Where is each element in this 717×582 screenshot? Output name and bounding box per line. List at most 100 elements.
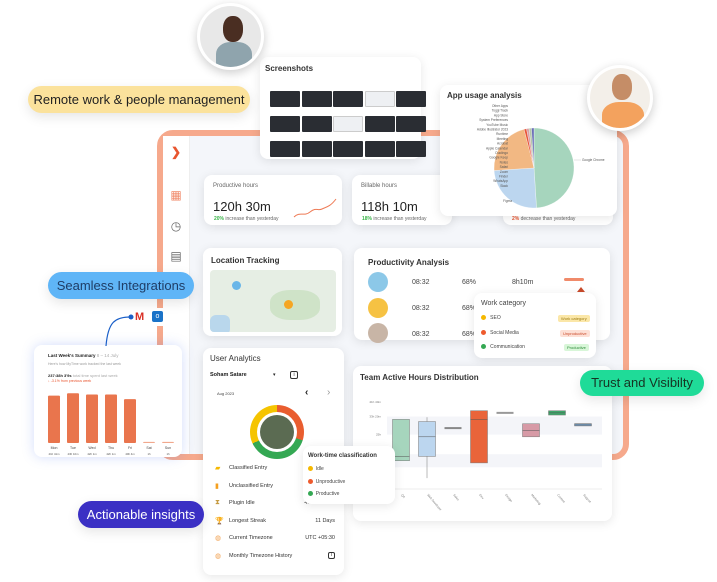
pie-label: Slack — [500, 184, 508, 188]
remote-work-pill: Remote work & people management — [28, 86, 250, 113]
info-icon[interactable]: i — [328, 552, 335, 559]
screenshot-thumbnail[interactable] — [333, 116, 363, 132]
stat-value: 118h 10m — [361, 199, 418, 214]
user-select[interactable]: Soham Satare — [210, 372, 247, 378]
screenshot-thumbnail[interactable] — [364, 91, 395, 107]
pie-label: Zoom — [500, 170, 508, 174]
x-tick-label: Content — [556, 493, 566, 504]
map[interactable] — [210, 270, 336, 332]
insights-pill: Actionable insights — [78, 501, 204, 528]
stat-change: 18% — [362, 216, 373, 222]
row-duration: 8h10m — [512, 279, 534, 286]
report-icon[interactable]: ▤ — [168, 248, 184, 264]
pie-label: Apple Calendar — [486, 146, 509, 150]
clock-icon[interactable]: ◷ — [168, 218, 184, 234]
row-time: 08:32 — [412, 279, 430, 286]
row-time: 08:32 — [412, 305, 430, 312]
bar — [105, 394, 117, 443]
worktime-classification-popup: Work-time classification Idle Unproducti… — [303, 446, 395, 504]
card-title: Productivity Analysis — [368, 258, 450, 267]
map-pin-user[interactable] — [284, 300, 293, 309]
bar-category-label: Thu — [108, 446, 114, 450]
weekly-summary-card: Last Week's Summary 8 – 14 July Here's h… — [34, 345, 182, 457]
pie-slice — [533, 127, 575, 209]
trust-pill: Trust and Visibilty — [580, 370, 704, 396]
next-month-button[interactable]: › — [327, 387, 330, 398]
category-badge: Unproductive — [560, 330, 590, 337]
bar-category-label: Mon — [51, 446, 58, 450]
screenshot-thumbnail[interactable] — [333, 91, 363, 107]
legend-label: Productive — [315, 491, 340, 497]
pie-label: Notes — [500, 160, 509, 164]
screenshot-thumbnail[interactable] — [396, 116, 426, 132]
box — [418, 421, 436, 457]
map-pin-user[interactable] — [232, 281, 241, 290]
card-title: User Analytics — [210, 354, 261, 363]
pie-label: Runtime — [496, 132, 508, 136]
row-time: 08:32 — [412, 331, 430, 338]
screenshot-thumbnail[interactable] — [270, 116, 300, 132]
bar — [48, 395, 60, 443]
screenshot-thumbnail[interactable] — [364, 116, 395, 132]
info-icon[interactable]: i — [290, 371, 298, 379]
pie-label: Finder — [499, 175, 509, 179]
stat-icon: ⧗ — [215, 499, 220, 506]
dashboard-icon[interactable]: ▦ — [168, 187, 184, 203]
prev-month-button[interactable]: ‹ — [305, 387, 308, 398]
y-tick-label: 41h 40m — [369, 400, 381, 404]
pie-label: Adobe Illustrator 2023 — [477, 128, 508, 132]
category-badge: Productive — [564, 344, 589, 351]
chevron-down-icon[interactable]: ▾ — [273, 372, 276, 378]
pie-label: Other Apps — [492, 104, 508, 108]
popup-title: Work-time classification — [308, 453, 377, 459]
x-tick-label: Dev — [478, 493, 485, 500]
pie-label: System Preferences — [479, 118, 508, 122]
stat-change-text: increase than yesterday — [373, 216, 427, 222]
avatar — [368, 272, 388, 292]
pie-label: App Store — [494, 113, 508, 117]
screenshot-thumbnail[interactable] — [333, 141, 363, 157]
pie-label: Safari — [500, 165, 509, 169]
screenshot-thumbnail[interactable] — [301, 141, 332, 157]
stat-icon: ▮ — [215, 482, 219, 490]
stat-label: Classified Entry — [229, 465, 268, 471]
x-tick-label: QA — [400, 493, 406, 499]
card-title: Screenshots — [265, 64, 314, 73]
popup-title: Work category — [481, 300, 526, 307]
screenshot-thumbnail[interactable] — [396, 91, 426, 107]
legend-label: Unproductive — [315, 479, 346, 485]
screenshot-thumbnail[interactable] — [270, 91, 300, 107]
stat-change-text: increase than yesterday — [225, 216, 279, 222]
screenshot-thumbnail[interactable] — [270, 141, 300, 157]
work-category-popup: Work category SEO Work category Social M… — [474, 293, 596, 358]
category-name: SEO — [490, 315, 501, 321]
connector-line — [105, 314, 134, 347]
bar — [124, 399, 136, 443]
bar-value-label: 1h — [166, 452, 170, 456]
bar-category-label: Wed — [88, 446, 95, 450]
avatar — [368, 298, 388, 318]
screenshot-thumbnail[interactable] — [396, 141, 426, 157]
stat-label: Current Timezone — [229, 535, 273, 541]
screenshot-thumbnail[interactable] — [301, 91, 332, 107]
progress-bar — [564, 278, 584, 281]
bar-value-label: 1h — [147, 452, 151, 456]
screenshot-thumbnail[interactable] — [301, 116, 332, 132]
screenshot-thumbnail[interactable] — [364, 141, 395, 157]
category-badge: Work category — [558, 315, 590, 322]
billable-hours-card: Billable hours 118h 10m 18% increase tha… — [352, 175, 452, 225]
bar-value-label: 43h 10m — [68, 452, 80, 456]
location-tracking-card: Location Tracking — [203, 248, 342, 336]
stat-label: Unclassified Entry — [229, 482, 274, 489]
stat-icon: ◍ — [215, 535, 222, 542]
bar — [67, 393, 79, 443]
box — [574, 423, 592, 427]
sparkline — [293, 198, 337, 218]
stat-change-text: decrease than yesterday — [520, 216, 576, 222]
stat-icon: ▰ — [215, 465, 221, 472]
pie-label: Google Chrome — [582, 158, 605, 162]
category-name: Communication — [490, 344, 525, 350]
x-tick-label: Design — [504, 493, 513, 503]
bar — [162, 441, 174, 443]
outlook-icon[interactable]: o — [152, 311, 163, 322]
